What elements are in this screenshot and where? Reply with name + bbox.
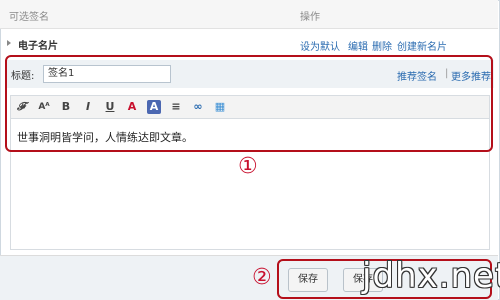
header-signature-column: 可选签名: [9, 12, 49, 23]
create-card-link[interactable]: 创建新名片: [397, 38, 447, 53]
signature-name[interactable]: 电子名片: [18, 37, 58, 52]
delete-link[interactable]: 删除: [372, 38, 392, 53]
highlight-box-editor: [5, 55, 493, 152]
header-actions-column: 操作: [300, 12, 320, 23]
watermark: jdhx.net: [362, 256, 500, 296]
marker-one: ①: [238, 154, 258, 179]
expand-arrow-icon[interactable]: [7, 40, 11, 46]
set-default-link[interactable]: 设为默认: [300, 38, 340, 53]
marker-two: ②: [252, 265, 272, 290]
edit-link[interactable]: 编辑: [348, 38, 368, 53]
table-header: [0, 0, 498, 29]
